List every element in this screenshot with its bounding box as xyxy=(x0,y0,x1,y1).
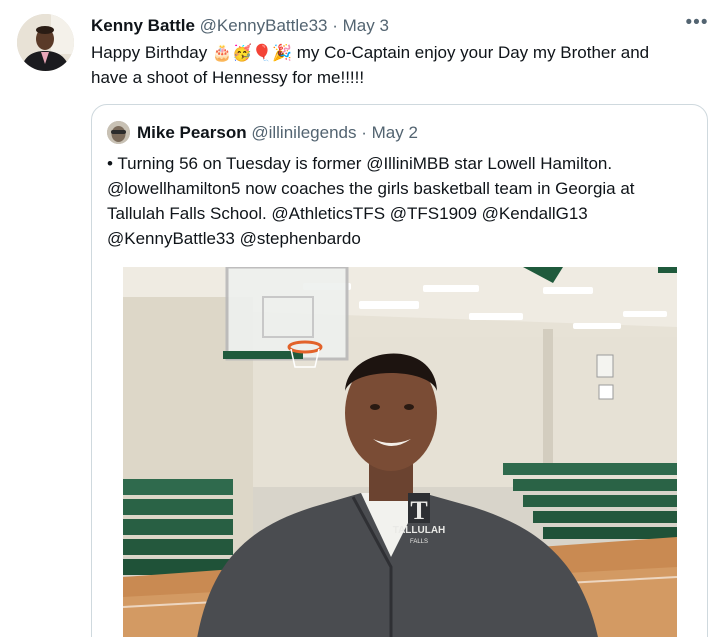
party-popper-emoji: 🎉 xyxy=(272,45,292,62)
balloon-emoji: 🎈 xyxy=(252,45,272,62)
quoted-author-name[interactable]: Mike Pearson xyxy=(137,123,247,142)
quoted-author-handle[interactable]: @illinilegends xyxy=(251,123,356,142)
quoted-text-line: Tallulah Falls School. @AthleticsTFS @TF… xyxy=(107,204,588,223)
tweet-text: Happy Birthday 🎂🥳🎈🎉 my Co-Captain enjoy … xyxy=(91,41,711,90)
quoted-separator: · xyxy=(361,123,367,142)
tweet-text-part2: my Co-Captain enjoy your Day my Brother … xyxy=(296,43,650,62)
quoted-text: • Turning 56 on Tuesday is former @Illin… xyxy=(107,151,702,251)
tweet-date[interactable]: May 3 xyxy=(343,16,389,35)
partying-face-emoji: 🥳 xyxy=(232,45,252,62)
tweet-text-line2: have a shoot of Hennessy for me!!!!! xyxy=(91,68,365,87)
quoted-text-line: • Turning 56 on Tuesday is former @Illin… xyxy=(107,154,613,173)
tweet[interactable]: Kenny Battle @KennyBattle33 · May 3 ••• … xyxy=(0,0,727,637)
quoted-header: Mike Pearson @illinilegends · May 2 xyxy=(137,122,418,144)
quoted-text-line: @lowellhamilton5 now coaches the girls b… xyxy=(107,179,635,198)
gym-photo: T TALLULAH FALLS xyxy=(123,267,677,637)
quoted-author-avatar[interactable] xyxy=(107,121,130,144)
header-separator: · xyxy=(332,16,338,35)
quoted-tweet[interactable]: Mike Pearson @illinilegends · May 2 • Tu… xyxy=(91,104,708,637)
tweet-text-part1: Happy Birthday xyxy=(91,43,208,62)
author-name[interactable]: Kenny Battle xyxy=(91,16,195,35)
more-options-icon[interactable]: ••• xyxy=(684,12,710,38)
tweet-header: Kenny Battle @KennyBattle33 · May 3 xyxy=(91,15,389,37)
quoted-date[interactable]: May 2 xyxy=(372,123,418,142)
birthday-cake-emoji: 🎂 xyxy=(212,45,232,62)
shirt-logo-subtext: FALLS xyxy=(410,539,428,545)
shirt-logo-text: TALLULAH xyxy=(393,525,446,536)
quoted-text-line: @KennyBattle33 @stephenbardo xyxy=(107,229,361,248)
author-handle[interactable]: @KennyBattle33 xyxy=(200,16,328,35)
author-avatar[interactable] xyxy=(17,14,74,71)
quoted-photo[interactable]: T TALLULAH FALLS xyxy=(123,267,677,637)
shirt-logo-letter: T xyxy=(410,496,427,525)
